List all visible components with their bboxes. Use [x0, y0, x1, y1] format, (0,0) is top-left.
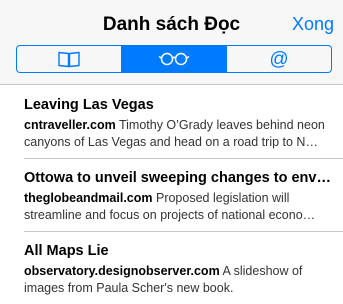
- list-item[interactable]: Leaving Las Vegas cntraveller.com Timoth…: [0, 85, 343, 158]
- item-site: cntraveller.com: [24, 118, 116, 132]
- list-item[interactable]: Ottowa to unveil sweeping changes to env…: [0, 158, 343, 231]
- segmented-control: @: [16, 45, 332, 73]
- tab-bookmarks[interactable]: [17, 46, 121, 72]
- glasses-icon: [158, 52, 190, 66]
- item-summary: cntraveller.com Timothy O’Grady leaves b…: [24, 117, 333, 151]
- item-site: theglobeandmail.com: [24, 191, 153, 205]
- item-summary: observatory.designobserver.com A slidesh…: [24, 263, 333, 297]
- at-icon: @: [269, 48, 289, 70]
- item-title: Ottowa to unveil sweeping changes to env…: [24, 170, 333, 186]
- item-site: observatory.designobserver.com: [24, 264, 220, 278]
- item-summary: theglobeandmail.com Proposed legislation…: [24, 190, 333, 224]
- tab-shared-links[interactable]: @: [226, 46, 331, 72]
- done-button[interactable]: Xong: [292, 14, 334, 35]
- navigation-bar: Danh sách Đọc Xong @: [0, 0, 343, 85]
- list-item[interactable]: All Maps Lie observatory.designobserver.…: [0, 231, 343, 304]
- item-title: All Maps Lie: [24, 243, 109, 259]
- tab-reading-list[interactable]: [121, 46, 226, 72]
- item-title: Leaving Las Vegas: [24, 97, 154, 113]
- reading-list: Leaving Las Vegas cntraveller.com Timoth…: [0, 85, 343, 304]
- book-icon: [58, 51, 80, 68]
